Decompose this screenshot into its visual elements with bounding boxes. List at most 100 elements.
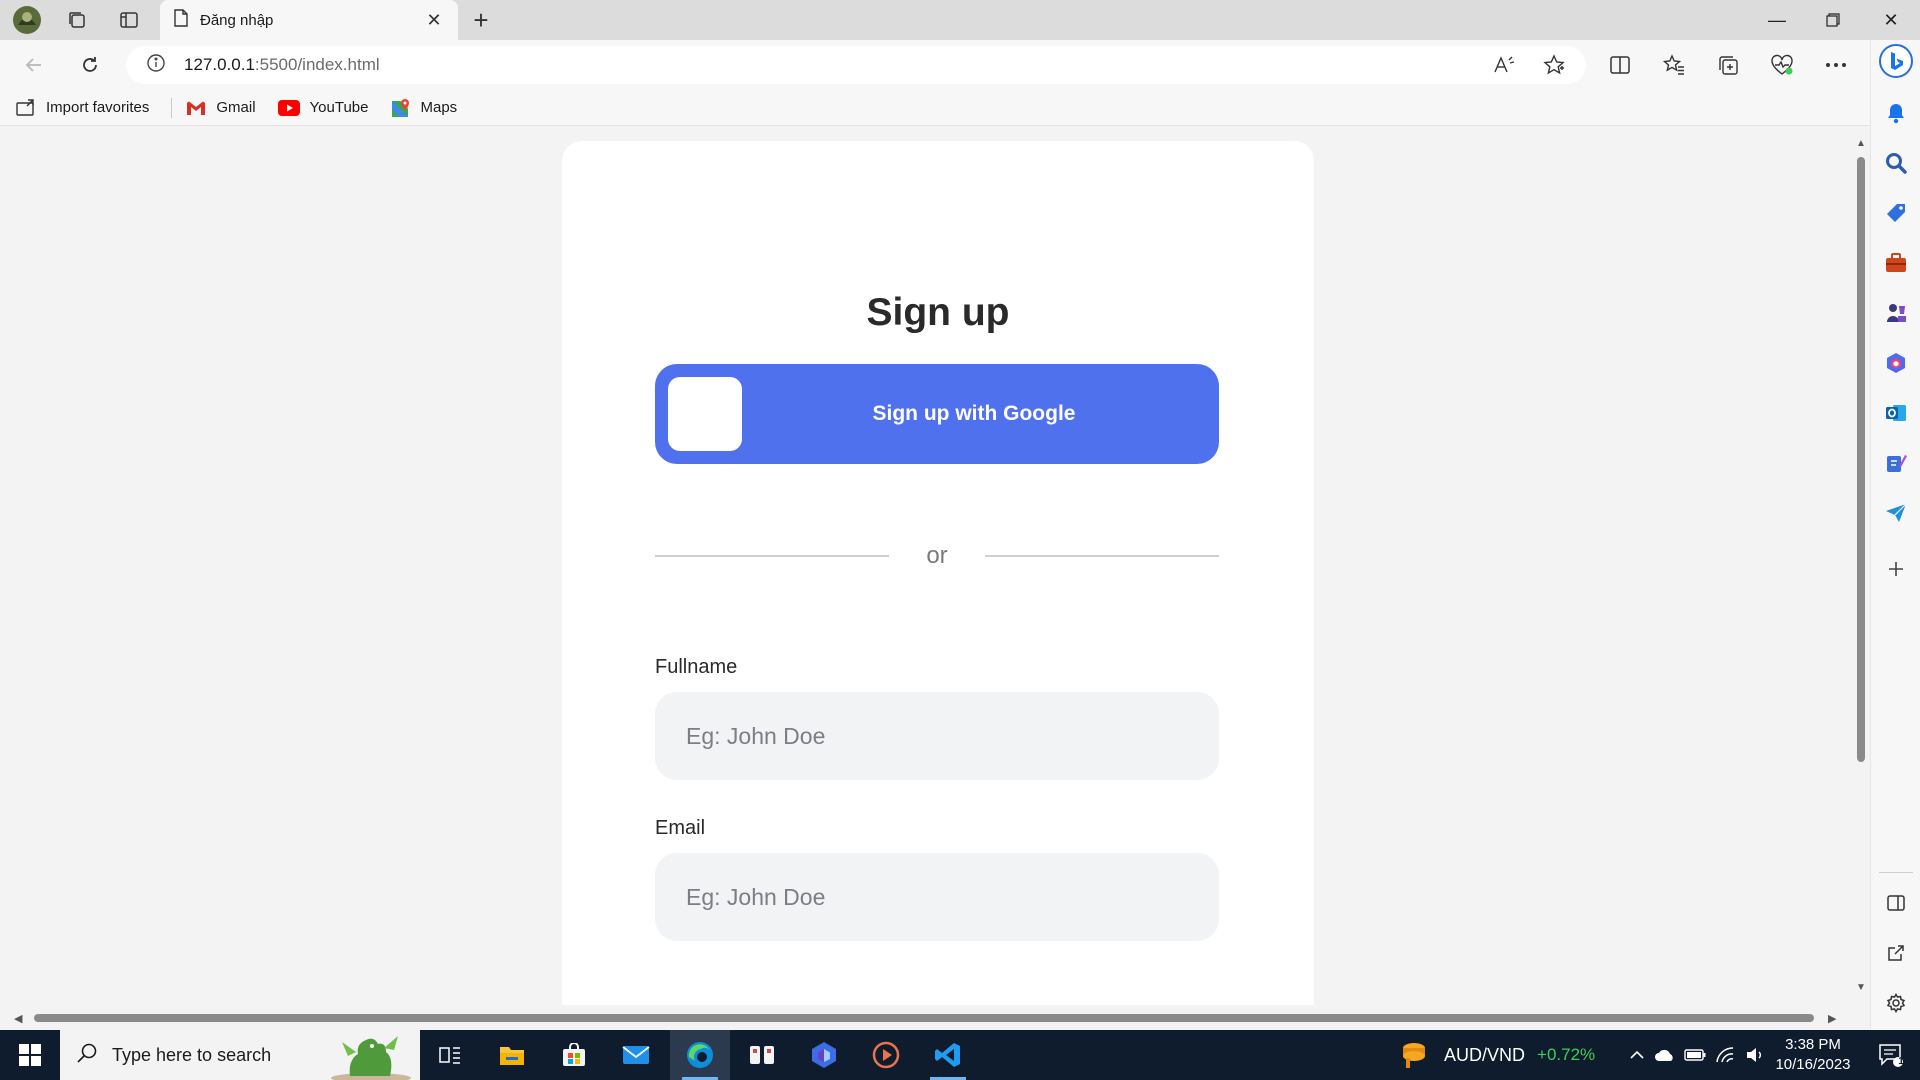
page-title: Sign up — [866, 291, 1010, 334]
scroll-right-arrow-icon[interactable]: ▶ — [1828, 1012, 1836, 1025]
address-bar-row: 127.0.0.1:5500/index.html — [0, 40, 1880, 90]
split-screen-icon[interactable] — [1602, 48, 1638, 82]
restore-button[interactable] — [1806, 0, 1860, 40]
vscode-icon[interactable] — [918, 1030, 978, 1080]
hide-sidebar-icon[interactable] — [1883, 890, 1909, 916]
more-options-icon[interactable] — [1818, 48, 1854, 82]
gmail-icon — [186, 100, 206, 116]
collections-icon[interactable] — [1710, 48, 1746, 82]
favorites-bar: Import favorites Gmail YouTube Maps — [0, 90, 1880, 126]
file-explorer-icon[interactable] — [482, 1030, 542, 1080]
copilot-app-icon[interactable] — [794, 1030, 854, 1080]
tools-briefcase-icon[interactable] — [1883, 250, 1909, 276]
settings-gear-icon[interactable] — [1883, 990, 1909, 1016]
page-icon — [174, 8, 188, 32]
currency-coins-icon — [1400, 1040, 1430, 1070]
vertical-scrollbar[interactable]: ▲ ▼ — [1852, 127, 1870, 1005]
edge-browser-icon[interactable] — [670, 1030, 730, 1080]
currency-widget[interactable]: AUD/VND +0.72% — [1400, 1030, 1595, 1080]
favorites-divider — [171, 97, 173, 118]
favorite-import[interactable]: Import favorites — [16, 98, 150, 117]
clock-date: 10/16/2023 — [1775, 1056, 1851, 1073]
favorite-star-icon[interactable] — [1536, 48, 1572, 82]
close-tab-icon[interactable]: ✕ — [422, 10, 446, 31]
email-input[interactable] — [655, 853, 1219, 941]
onedrive-cloud-icon[interactable] — [1650, 1048, 1680, 1062]
microsoft-365-icon[interactable] — [1883, 350, 1909, 376]
workspaces-icon[interactable] — [60, 4, 94, 36]
or-divider: or — [655, 541, 1219, 571]
search-highlight-dragon-icon — [328, 1032, 414, 1080]
email-label: Email — [655, 817, 706, 839]
google-signup-button[interactable]: Sign up with Google — [655, 364, 1219, 464]
address-bar[interactable]: 127.0.0.1:5500/index.html — [126, 46, 1586, 84]
taskbar-clock[interactable]: 3:38 PM 10/16/2023 — [1766, 1035, 1860, 1075]
scroll-up-arrow-icon[interactable]: ▲ — [1856, 139, 1866, 149]
snip-tool-icon[interactable] — [732, 1030, 792, 1080]
task-view-icon[interactable] — [420, 1030, 480, 1080]
vertical-tabs-icon[interactable] — [112, 4, 146, 36]
windows-taskbar: Type here to search AUD/VND +0.72% 3:38 … — [0, 1030, 1920, 1080]
scroll-left-arrow-icon[interactable]: ◀ — [14, 1012, 22, 1025]
add-sidebar-app-icon[interactable] — [1883, 556, 1909, 582]
outlook-icon[interactable] — [1883, 400, 1909, 426]
taskbar-search-box[interactable]: Type here to search — [60, 1030, 420, 1080]
microsoft-store-icon[interactable] — [544, 1030, 604, 1080]
clock-time: 3:38 PM — [1785, 1036, 1841, 1053]
mail-icon[interactable] — [606, 1030, 666, 1080]
windows-logo-icon — [19, 1044, 41, 1066]
favorite-label: Maps — [420, 99, 458, 116]
tab-title: Đăng nhập — [200, 11, 274, 29]
notifications-bell-icon[interactable] — [1883, 100, 1909, 126]
favorite-maps[interactable]: Maps — [391, 98, 458, 118]
open-external-icon[interactable] — [1883, 940, 1909, 966]
favorite-label: Gmail — [216, 99, 256, 116]
favorite-youtube[interactable]: YouTube — [277, 99, 369, 116]
fullname-label: Fullname — [655, 656, 738, 678]
system-tray — [1624, 1030, 1770, 1080]
designer-icon[interactable] — [1883, 450, 1909, 476]
notification-center-icon[interactable]: 1 — [1866, 1030, 1916, 1080]
scroll-down-arrow-icon[interactable]: ▼ — [1856, 983, 1866, 993]
refresh-button[interactable] — [72, 48, 108, 82]
fullname-input[interactable] — [655, 692, 1219, 780]
site-info-icon[interactable] — [146, 53, 166, 78]
search-sidebar-icon[interactable] — [1883, 150, 1909, 176]
read-aloud-icon[interactable] — [1486, 48, 1522, 82]
start-button[interactable] — [0, 1030, 60, 1080]
horizontal-scroll-thumb[interactable] — [34, 1014, 1814, 1022]
browser-essentials-icon[interactable] — [1764, 48, 1800, 82]
media-player-icon[interactable] — [856, 1030, 916, 1080]
horizontal-scrollbar[interactable]: ◀ ▶ — [4, 1005, 1852, 1030]
maps-icon — [391, 98, 411, 118]
favorite-gmail[interactable]: Gmail — [186, 99, 256, 116]
show-hidden-icons-chevron-icon[interactable] — [1624, 1050, 1650, 1060]
minimize-button[interactable]: — — [1750, 0, 1804, 40]
active-tab[interactable]: Đăng nhập ✕ — [160, 0, 458, 40]
new-tab-button[interactable]: + — [464, 4, 498, 36]
edge-sidebar — [1870, 40, 1920, 1030]
sidebar-divider — [1879, 872, 1913, 873]
shopping-tag-icon[interactable] — [1883, 200, 1909, 226]
notification-count: 1 — [1898, 1056, 1904, 1067]
back-button[interactable] — [16, 48, 52, 82]
search-placeholder: Type here to search — [112, 1044, 272, 1065]
profile-avatar[interactable] — [10, 4, 44, 36]
send-message-icon[interactable] — [1883, 500, 1909, 526]
vertical-scroll-thumb[interactable] — [1857, 157, 1865, 762]
bing-copilot-icon[interactable] — [1879, 44, 1913, 78]
search-icon — [76, 1042, 98, 1069]
favorite-label: Import favorites — [46, 99, 150, 116]
import-favorites-icon — [16, 98, 36, 117]
google-logo-icon — [668, 377, 742, 451]
close-window-button[interactable]: ✕ — [1864, 0, 1918, 40]
divider-line-right — [985, 555, 1219, 557]
wifi-icon[interactable] — [1710, 1047, 1740, 1063]
battery-icon[interactable] — [1680, 1049, 1710, 1061]
favorites-icon[interactable] — [1656, 48, 1692, 82]
url-path: :5500/index.html — [254, 55, 380, 74]
url-text: 127.0.0.1:5500/index.html — [184, 55, 380, 75]
favorite-label: YouTube — [309, 99, 369, 116]
browser-tab-bar: Đăng nhập ✕ + — ✕ — [0, 0, 1920, 40]
games-icon[interactable] — [1883, 300, 1909, 326]
